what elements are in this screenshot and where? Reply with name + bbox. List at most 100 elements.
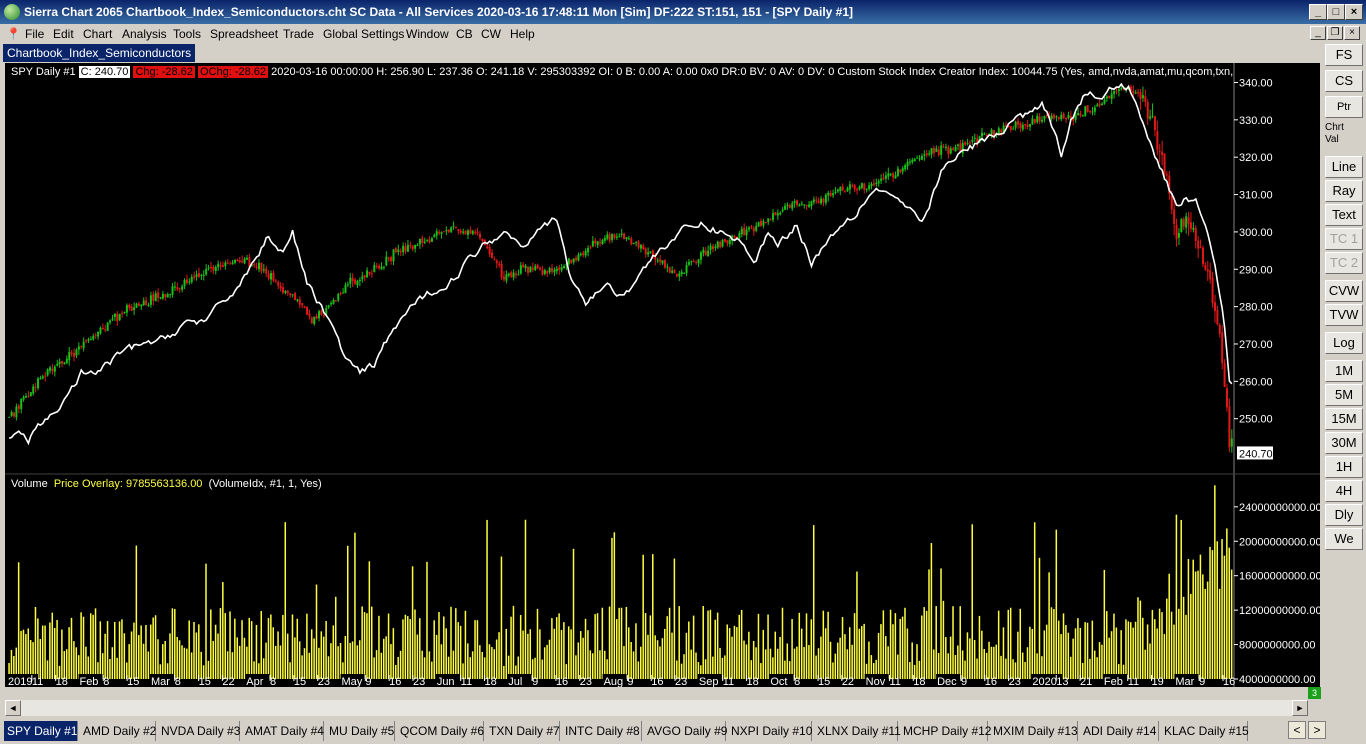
toolbar-5m-button[interactable]: 5M bbox=[1325, 384, 1363, 406]
volume-bar bbox=[659, 646, 661, 679]
chart-svg[interactable]: 340.00 330.00 320.00 310.00 300.00 290.00 280.… bbox=[5, 63, 1320, 687]
scroll-right-arrow[interactable]: ► bbox=[1292, 700, 1308, 716]
volume-bar bbox=[1182, 596, 1185, 679]
scroll-left-arrow[interactable]: ◄ bbox=[5, 700, 21, 716]
toolbar-30m-button[interactable]: 30M bbox=[1325, 432, 1363, 454]
chart-values-label: Chrt Val bbox=[1325, 122, 1344, 145]
title-bar: Sierra Chart 2065 Chartbook_Index_Semico… bbox=[0, 0, 1366, 24]
volume-bar bbox=[178, 640, 181, 679]
menu-file[interactable]: File bbox=[25, 27, 44, 41]
tab-scroll-left[interactable]: < bbox=[1288, 721, 1306, 739]
volume-bar bbox=[832, 662, 834, 679]
toolbar-15m-button[interactable]: 15M bbox=[1325, 408, 1363, 430]
date-axis-label: 22 bbox=[222, 676, 234, 687]
volume-bar bbox=[186, 648, 188, 679]
toolbar-ptr-button[interactable]: Ptr bbox=[1325, 96, 1363, 118]
toolbar-1m-button[interactable]: 1M bbox=[1325, 360, 1363, 382]
candle bbox=[639, 244, 642, 249]
toolbar-we-button[interactable]: We bbox=[1325, 528, 1363, 550]
volume-bar bbox=[486, 519, 488, 679]
chart-tab-txn[interactable]: TXN Daily #7 bbox=[486, 721, 560, 741]
chart-tab-mu[interactable]: MU Daily #5 bbox=[326, 721, 395, 741]
volume-bar bbox=[488, 644, 491, 679]
volume-bar bbox=[46, 660, 49, 679]
toolbar-4h-button[interactable]: 4H bbox=[1325, 480, 1363, 502]
toolbar-fs-button[interactable]: FS bbox=[1325, 44, 1363, 66]
date-axis-label: Sep bbox=[699, 676, 719, 687]
chart-tab-amat[interactable]: AMAT Daily #4 bbox=[242, 721, 324, 741]
candle bbox=[1161, 151, 1164, 155]
toolbar-text-button[interactable]: Text bbox=[1325, 204, 1363, 226]
chart-tab-amd[interactable]: AMD Daily #2 bbox=[80, 721, 156, 741]
candle bbox=[803, 204, 806, 206]
chart-tab-nxpi[interactable]: NXPI Daily #10 bbox=[728, 721, 812, 741]
volume-bar bbox=[310, 629, 313, 679]
chart-tab-klac[interactable]: KLAC Daily #15 bbox=[1161, 721, 1249, 741]
candle bbox=[594, 240, 597, 244]
candle bbox=[579, 253, 582, 255]
volume-bar bbox=[99, 621, 102, 679]
toolbar-log-button[interactable]: Log bbox=[1325, 332, 1363, 354]
menu-help[interactable]: Help bbox=[510, 27, 535, 41]
candle bbox=[209, 267, 212, 269]
candle bbox=[339, 293, 342, 295]
volume-bar bbox=[27, 628, 30, 679]
chart-tab-xlnx[interactable]: XLNX Daily #11 bbox=[814, 721, 901, 741]
chartbook-tab[interactable]: Chartbook_Index_Semiconductors bbox=[3, 44, 196, 62]
chart-tab-spy[interactable]: SPY Daily #1 bbox=[4, 721, 78, 741]
chart-area[interactable]: 340.00 330.00 320.00 310.00 300.00 290.00 280.… bbox=[5, 63, 1320, 687]
volume-bar bbox=[555, 617, 558, 679]
menu-spreadsheet[interactable]: Spreadsheet bbox=[210, 27, 278, 41]
toolbar-tc-1-button[interactable]: TC 1 bbox=[1325, 228, 1363, 250]
menu-chart[interactable]: Chart bbox=[83, 27, 112, 41]
menu-tools[interactable]: Tools bbox=[173, 27, 201, 41]
chart-tab-mchp[interactable]: MCHP Daily #12 bbox=[900, 721, 991, 741]
tab-scroll-right[interactable]: > bbox=[1308, 721, 1326, 739]
volume-bar bbox=[344, 635, 347, 679]
menu-trade[interactable]: Trade bbox=[283, 27, 314, 41]
toolbar-tvw-button[interactable]: TVW bbox=[1325, 304, 1363, 326]
candle bbox=[1017, 120, 1020, 125]
volume-bar bbox=[80, 612, 82, 679]
chart-tab-nvda[interactable]: NVDA Daily #3 bbox=[158, 721, 240, 741]
maximize-window-button[interactable]: □ bbox=[1327, 4, 1345, 20]
chart-tab-qcom[interactable]: QCOM Daily #6 bbox=[397, 721, 484, 741]
volume-bar bbox=[150, 624, 152, 679]
toolbar-1h-button[interactable]: 1H bbox=[1325, 456, 1363, 478]
toolbar-cvw-button[interactable]: CVW bbox=[1325, 280, 1363, 302]
chart-tab-avgo[interactable]: AVGO Daily #9 bbox=[644, 721, 727, 741]
candle bbox=[587, 248, 590, 253]
candle bbox=[793, 201, 796, 204]
chart-window-icon[interactable]: 📍 bbox=[6, 27, 21, 41]
candle bbox=[185, 279, 188, 284]
candle bbox=[875, 182, 878, 185]
chart-tab-adi[interactable]: ADI Daily #14 bbox=[1080, 721, 1159, 741]
candle bbox=[128, 304, 131, 308]
horizontal-scrollbar[interactable] bbox=[5, 700, 1308, 716]
chart-tab-intc[interactable]: INTC Daily #8 bbox=[562, 721, 642, 741]
volume-bar bbox=[1134, 621, 1137, 679]
chart-tab-mxim[interactable]: MXIM Daily #13 bbox=[990, 721, 1078, 741]
candle bbox=[51, 368, 54, 372]
toolbar-line-button[interactable]: Line bbox=[1325, 156, 1363, 178]
toolbar-ray-button[interactable]: Ray bbox=[1325, 180, 1363, 202]
menu-window[interactable]: Window bbox=[406, 27, 449, 41]
date-axis-label: 16 bbox=[389, 676, 401, 687]
volume-bar bbox=[1163, 634, 1166, 679]
minimize-window-button[interactable]: _ bbox=[1309, 4, 1327, 20]
toolbar-dly-button[interactable]: Dly bbox=[1325, 504, 1363, 526]
menu-global-settings[interactable]: Global Settings bbox=[323, 27, 404, 41]
volume-bar bbox=[752, 640, 755, 679]
mdi-minimize-button[interactable]: _ bbox=[1310, 26, 1326, 40]
toolbar-cs-button[interactable]: CS bbox=[1325, 70, 1363, 92]
menu-cb[interactable]: CB bbox=[456, 27, 473, 41]
mdi-restore-button[interactable]: ❐ bbox=[1327, 26, 1343, 40]
menu-analysis[interactable]: Analysis bbox=[122, 27, 167, 41]
close-window-button[interactable]: × bbox=[1345, 4, 1363, 20]
menu-edit[interactable]: Edit bbox=[53, 27, 74, 41]
volume-bar bbox=[1110, 631, 1113, 679]
toolbar-tc-2-button[interactable]: TC 2 bbox=[1325, 252, 1363, 274]
menu-cw[interactable]: CW bbox=[481, 27, 501, 41]
mdi-close-button[interactable]: × bbox=[1344, 26, 1360, 40]
candle bbox=[719, 241, 722, 248]
